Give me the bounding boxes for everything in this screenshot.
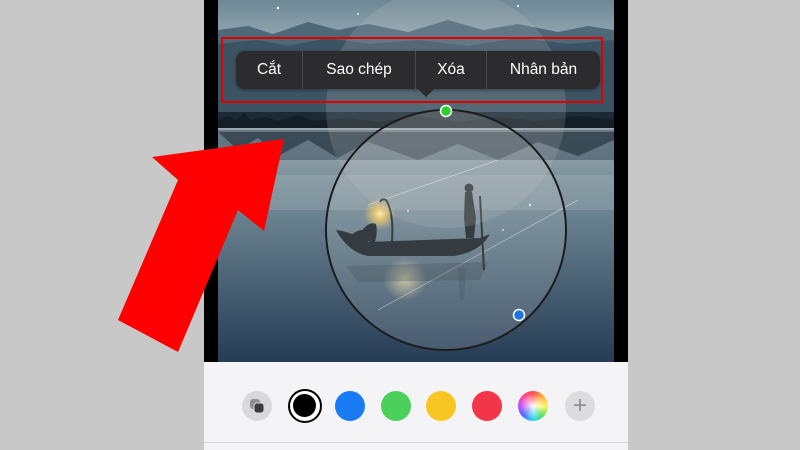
color-swatch-red[interactable] [472, 391, 502, 421]
menu-pointer-arrow [418, 89, 434, 97]
add-button[interactable]: + [565, 391, 595, 421]
menu-item-cut[interactable]: Cắt [236, 51, 302, 89]
plus-icon: + [572, 392, 587, 419]
color-swatch-green[interactable] [381, 391, 411, 421]
color-swatch-blue[interactable] [335, 391, 365, 421]
context-menu: Cắt Sao chép Xóa Nhân bản [236, 51, 600, 89]
markup-canvas[interactable]: Cắt Sao chép Xóa Nhân bản [218, 0, 614, 362]
color-swatch-black-selected[interactable] [288, 389, 322, 423]
toolbar-divider [204, 442, 628, 443]
color-swatch-yellow[interactable] [426, 391, 456, 421]
color-picker-button[interactable] [518, 391, 548, 421]
phone-screen: Cắt Sao chép Xóa Nhân bản + [204, 0, 628, 450]
black-color-dot [293, 394, 316, 417]
selection-handle-start[interactable] [439, 104, 453, 118]
layers-button[interactable] [242, 391, 272, 421]
menu-item-delete[interactable]: Xóa [416, 51, 486, 89]
color-wheel-icon [520, 393, 546, 419]
selection-handle-end[interactable] [512, 308, 526, 322]
menu-item-duplicate[interactable]: Nhân bản [487, 51, 600, 89]
menu-item-copy[interactable]: Sao chép [303, 51, 415, 89]
layers-icon [250, 399, 265, 414]
circle-shape-fill [326, 110, 566, 350]
